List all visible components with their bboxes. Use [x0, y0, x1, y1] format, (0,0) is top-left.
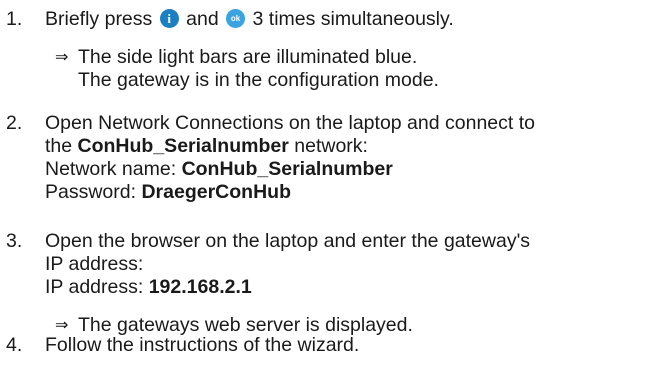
step-number: 4.	[6, 334, 23, 356]
step-number: 3.	[6, 230, 23, 252]
step-2-line-2: the ConHub_Serialnumber network:	[45, 135, 368, 157]
step-1-result-line-1: The side light bars are illuminated blue…	[78, 46, 418, 68]
step-3-line-2: IP address:	[45, 253, 144, 275]
info-button-icon: i	[159, 9, 179, 28]
step-2-password: Password: DraegerConHub	[45, 181, 291, 203]
step-3-line-1: Open the browser on the laptop and enter…	[45, 230, 531, 252]
step-4-line-1: Follow the instructions of the wizard.	[45, 334, 360, 356]
step-3-ip-address: IP address: 192.168.2.1	[45, 276, 252, 298]
step-1-instruction: Briefly press i and ok 3 times simultane…	[45, 8, 454, 31]
instruction-document: 1. Briefly press i and ok 3 times simult…	[0, 0, 652, 365]
ok-button-icon: ok	[226, 9, 246, 28]
network-name-value: ConHub_Serialnumber	[181, 158, 393, 180]
step-1-result-line-2: The gateway is in the configuration mode…	[78, 69, 439, 91]
step-1-text-before: Briefly press	[45, 8, 153, 30]
step-1-text-and: and	[186, 8, 219, 30]
ip-address-value: 192.168.2.1	[148, 276, 252, 298]
step-number: 2.	[6, 112, 23, 134]
step-2-network-name: Network name: ConHub_Serialnumber	[45, 158, 393, 180]
password-value: DraegerConHub	[141, 181, 291, 203]
step-2-line-1: Open Network Connections on the laptop a…	[45, 112, 535, 134]
step-number: 1.	[6, 8, 23, 30]
step-1-text-after: 3 times simultaneously.	[252, 8, 454, 30]
network-name-inline: ConHub_Serialnumber	[77, 135, 289, 157]
result-arrow-icon: ⇒	[55, 49, 69, 66]
